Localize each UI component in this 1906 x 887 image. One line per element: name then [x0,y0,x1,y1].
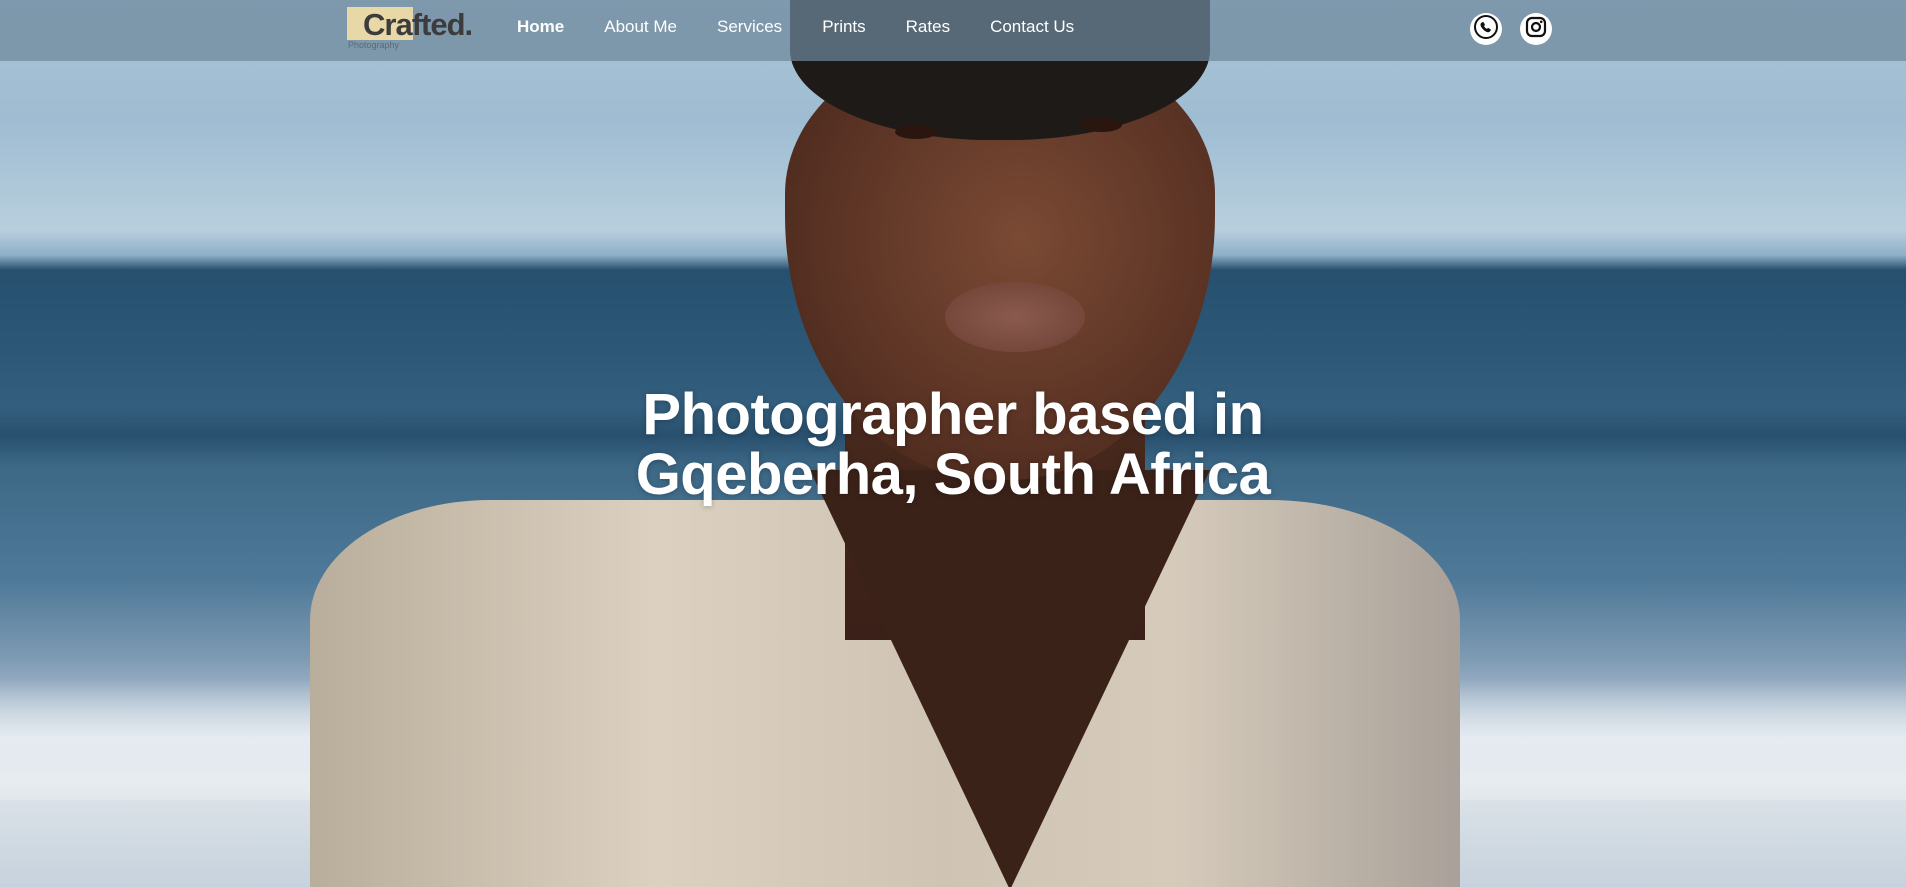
nav-item-home[interactable]: Home [517,16,564,38]
instagram-button[interactable] [1520,13,1552,45]
brand-tagline: Photography [348,40,400,50]
nav-item-about-me[interactable]: About Me [604,16,677,38]
hero-headline: Photographer based in Gqeberha, South Af… [553,385,1353,505]
hero-headline-line-2: Gqeberha, South Africa [635,442,1271,507]
hero-headline-line-1: Photographer based in [642,382,1264,447]
main-nav: Home About Me Services Prints Rates Cont… [517,16,1074,38]
brand-logo[interactable]: Crafted. Photography [347,7,482,51]
nav-item-rates[interactable]: Rates [906,16,950,38]
nav-item-contact-us[interactable]: Contact Us [990,16,1074,38]
nav-item-prints[interactable]: Prints [822,16,865,38]
brand-name: Crafted. [363,7,473,42]
top-navigation-bar: Crafted. Photography Home About Me Servi… [0,0,1906,61]
whatsapp-button[interactable] [1470,13,1502,45]
whatsapp-icon [1473,14,1499,45]
instagram-icon [1524,15,1548,44]
nav-item-services[interactable]: Services [717,16,782,38]
